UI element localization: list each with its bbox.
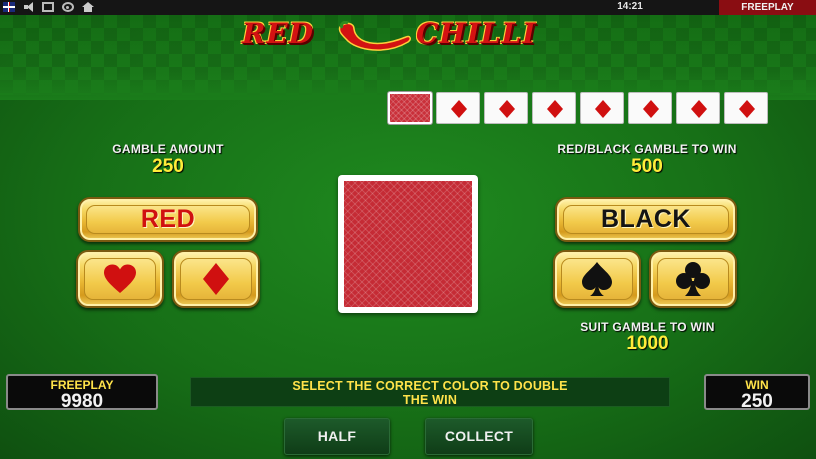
red-black-gamble-value: 500 bbox=[631, 156, 663, 177]
half-button[interactable]: HALF bbox=[284, 418, 390, 455]
history-card-diamond bbox=[580, 92, 624, 124]
history-card-diamond bbox=[676, 92, 720, 124]
red-button[interactable]: RED bbox=[78, 197, 258, 242]
collect-button[interactable]: COLLECT bbox=[425, 418, 533, 455]
history-card-diamond bbox=[532, 92, 576, 124]
history-card-diamond bbox=[628, 92, 672, 124]
settings-icon[interactable] bbox=[62, 2, 74, 12]
system-bar: 14:21 FREEPLAY bbox=[0, 0, 816, 15]
club-suit-button[interactable] bbox=[649, 250, 737, 308]
instruction-line-1: SELECT THE CORRECT COLOR TO DOUBLE bbox=[292, 379, 568, 393]
red-chilli-logo: RED CHILLI bbox=[240, 17, 580, 55]
history-card-diamond bbox=[724, 92, 768, 124]
history-card-diamond bbox=[436, 92, 480, 124]
face-down-card bbox=[338, 175, 478, 313]
home-icon[interactable] bbox=[82, 2, 94, 12]
logo-word-chilli: CHILLI bbox=[416, 17, 537, 50]
spade-suit-button[interactable] bbox=[553, 250, 641, 308]
red-button-label: RED bbox=[140, 205, 196, 233]
diamond-icon bbox=[691, 100, 707, 118]
heart-suit-button[interactable] bbox=[76, 250, 164, 308]
history-card-back bbox=[388, 92, 432, 124]
black-button-label: BLACK bbox=[601, 205, 691, 233]
diamond-suit-button[interactable] bbox=[172, 250, 260, 308]
freeplay-balance-panel: FREEPLAY 9980 bbox=[6, 374, 158, 412]
freeplay-balance-value: 9980 bbox=[60, 391, 104, 412]
clock: 14:21 bbox=[617, 1, 643, 12]
history-card-diamond bbox=[484, 92, 528, 124]
heart-icon bbox=[104, 264, 136, 293]
gamble-amount-label: GAMBLE AMOUNT bbox=[112, 142, 224, 156]
logo-word-red: RED bbox=[242, 17, 314, 50]
speaker-icon[interactable] bbox=[24, 2, 36, 12]
uk-flag-icon[interactable] bbox=[3, 2, 15, 12]
suit-gamble-label: SUIT GAMBLE TO WIN bbox=[580, 320, 715, 334]
diamond-icon bbox=[643, 100, 659, 118]
instruction-line-2: THE WIN bbox=[402, 393, 458, 407]
card-back-pattern bbox=[344, 181, 472, 307]
freeplay-balance-label: FREEPLAY bbox=[50, 378, 114, 392]
diamond-icon bbox=[451, 100, 467, 118]
spade-icon bbox=[582, 262, 612, 296]
win-panel: WIN 250 bbox=[704, 374, 810, 412]
club-icon bbox=[676, 262, 710, 296]
diamond-icon bbox=[547, 100, 563, 118]
black-button[interactable]: BLACK bbox=[555, 197, 737, 242]
diamond-icon bbox=[595, 100, 611, 118]
chilli-pepper-icon bbox=[338, 21, 411, 51]
fullscreen-icon[interactable] bbox=[42, 2, 54, 12]
win-value: 250 bbox=[741, 391, 773, 412]
diamond-icon bbox=[499, 100, 515, 118]
diamond-icon bbox=[203, 263, 229, 295]
red-black-gamble-label: RED/BLACK GAMBLE TO WIN bbox=[557, 142, 737, 156]
win-label: WIN bbox=[745, 378, 769, 392]
gamble-amount-value: 250 bbox=[152, 156, 184, 177]
instruction-message: SELECT THE CORRECT COLOR TO DOUBLE THE W… bbox=[190, 377, 670, 407]
freeplay-mode-tab: FREEPLAY bbox=[719, 0, 816, 15]
suit-gamble-value: 1000 bbox=[626, 333, 669, 354]
diamond-icon bbox=[739, 100, 755, 118]
